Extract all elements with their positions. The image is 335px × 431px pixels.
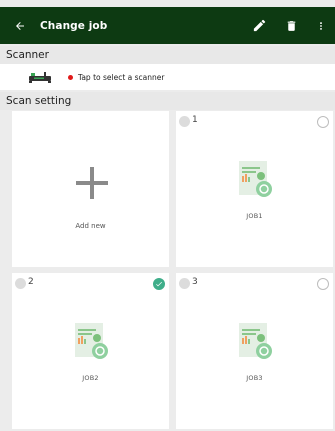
- document-icon: [75, 323, 108, 359]
- add-new-label: Add new: [75, 222, 106, 230]
- job-lock-indicator: [15, 278, 26, 289]
- job-label: JOB1: [246, 212, 263, 220]
- add-new-tile[interactable]: Add new: [12, 111, 169, 267]
- scanner-hint: Tap to select a scanner: [78, 72, 165, 82]
- document-icon: [239, 161, 272, 197]
- app-bar: Change job: [0, 7, 335, 44]
- scanner-select-row[interactable]: Tap to select a scanner: [0, 64, 335, 90]
- job-select-radio[interactable]: [317, 116, 329, 128]
- check-icon: [156, 281, 162, 287]
- back-arrow-icon: [16, 21, 24, 30]
- scanner-icon: [29, 72, 51, 83]
- pencil-icon: [253, 19, 265, 32]
- job-label: JOB2: [82, 374, 99, 382]
- back-button[interactable]: [0, 7, 40, 44]
- job-label: JOB3: [246, 374, 263, 382]
- section-header-scanner: Scanner: [0, 46, 335, 64]
- job-select-radio[interactable]: [153, 278, 165, 290]
- edit-button[interactable]: [245, 7, 273, 44]
- more-options-button[interactable]: [307, 7, 335, 44]
- job-select-radio[interactable]: [317, 278, 329, 290]
- job-lock-indicator: [179, 278, 190, 289]
- job-tile-3[interactable]: 3 JOB3: [176, 273, 333, 429]
- page-title: Change job: [40, 19, 108, 32]
- delete-button[interactable]: [277, 7, 305, 44]
- section-header-scan-setting: Scan setting: [0, 92, 335, 110]
- plus-icon: [76, 167, 108, 199]
- status-dot: [68, 74, 73, 80]
- job-number: 2: [28, 277, 34, 287]
- document-icon: [239, 323, 272, 359]
- job-number: 3: [192, 277, 198, 287]
- job-tile-2[interactable]: 2 JOB2: [12, 273, 169, 429]
- toolbar-actions: [245, 7, 335, 44]
- job-number: 1: [192, 115, 198, 125]
- more-vert-icon: [320, 21, 322, 30]
- job-lock-indicator: [179, 116, 190, 127]
- job-tile-1[interactable]: 1 JOB1: [176, 111, 333, 267]
- trash-icon: [287, 20, 295, 31]
